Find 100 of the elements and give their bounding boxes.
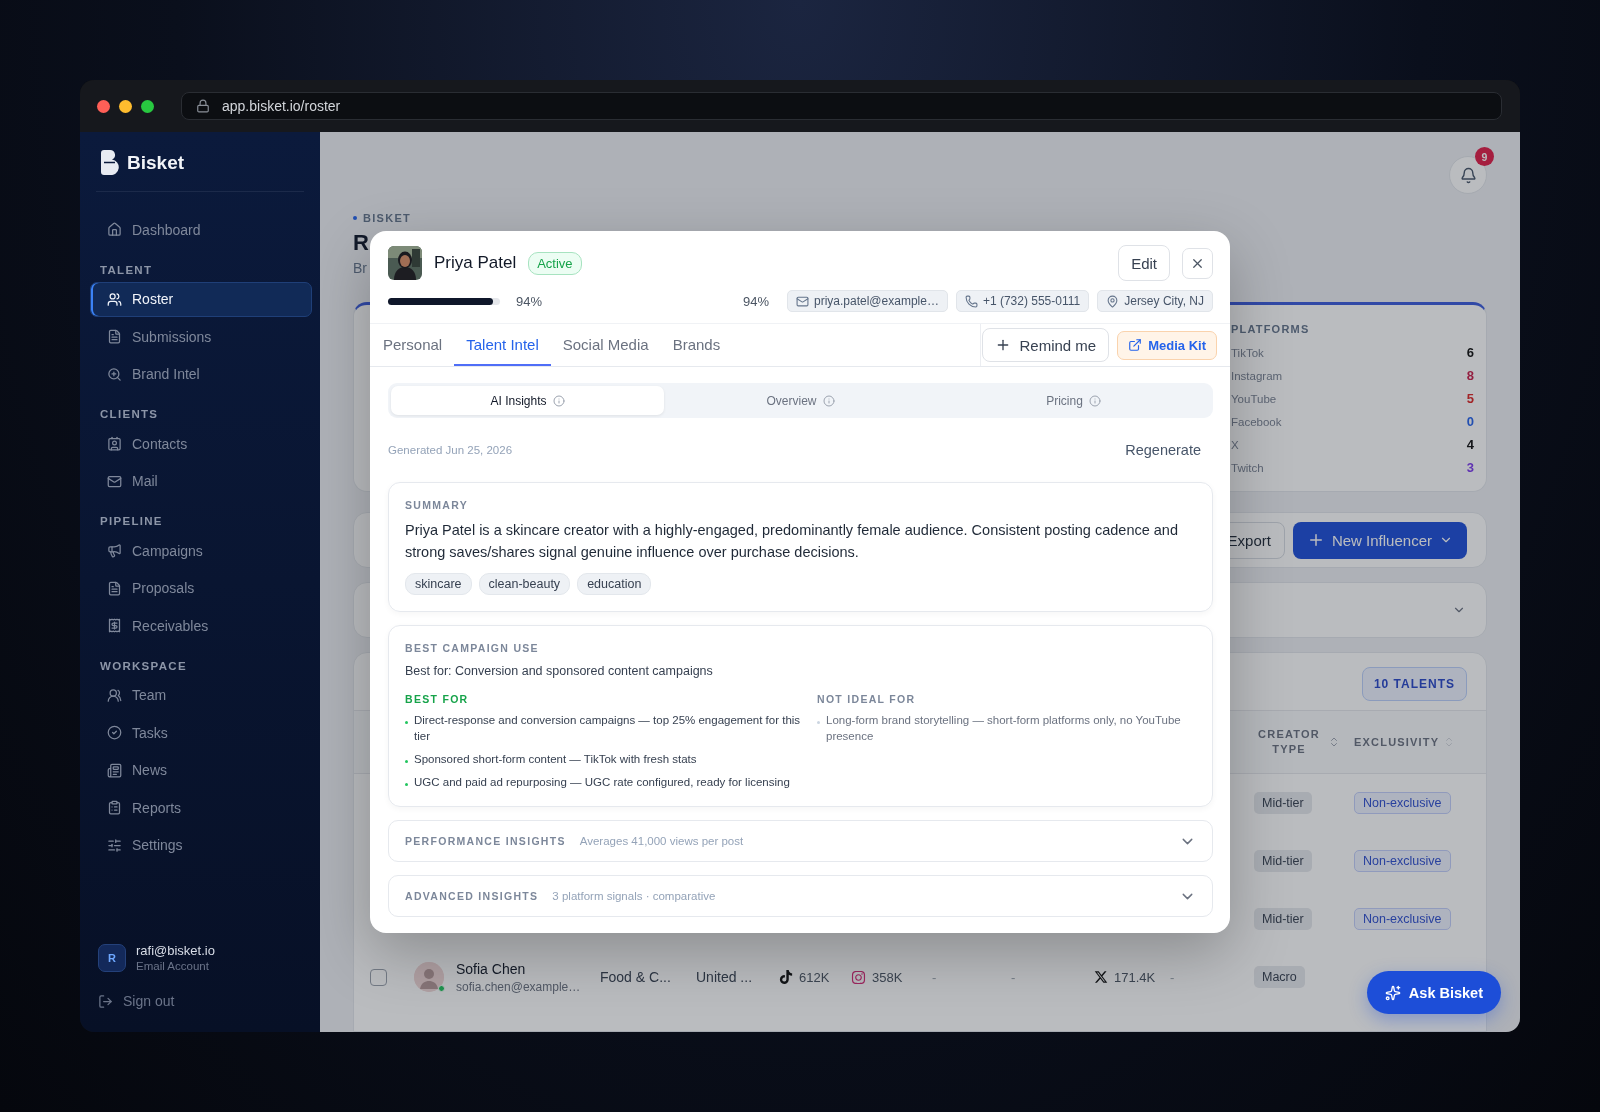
address-bar[interactable]: app.bisket.io/roster (181, 92, 1502, 120)
not-ideal-item: Long-form brand storytelling — short-form platforms only, no YouTube presence (826, 713, 1182, 744)
regenerate-link[interactable]: Regenerate (1125, 442, 1201, 458)
sidebar-item[interactable]: Dashboard (90, 212, 312, 247)
breadcrumb-dot (353, 216, 357, 220)
edit-button[interactable]: Edit (1118, 245, 1170, 281)
remind-me-button[interactable]: Remind me (981, 328, 1110, 362)
follower-count: 358K (872, 969, 903, 985)
nav-icon (107, 436, 122, 451)
sidebar-section-title: WORKSPACE (99, 658, 188, 674)
sidebar-item[interactable]: Submissions (90, 319, 312, 354)
nav-icon (107, 291, 122, 307)
sidebar-item[interactable]: Reports (90, 790, 312, 825)
close-button[interactable] (1182, 247, 1213, 279)
creator-type-tag: Macro (1254, 966, 1305, 988)
nav-icon (107, 687, 122, 703)
tab[interactable]: Brands (660, 324, 733, 366)
nav-icon (107, 580, 122, 596)
sparkles-icon (1384, 984, 1401, 1001)
table-cell-text: - (1011, 969, 1017, 985)
section-note: 3 platform signals · comparative (552, 890, 716, 902)
nav-icon (107, 543, 122, 558)
instagram-icon (851, 969, 866, 985)
talent-name[interactable]: Sofia Chen (456, 960, 581, 977)
platform-count: 0 (1466, 414, 1474, 429)
sidebar-item[interactable]: Roster (90, 281, 312, 317)
topic-tag: clean-beauty (478, 573, 571, 595)
sidebar-item[interactable]: News (90, 752, 312, 788)
topic-tag: skincare (405, 573, 472, 595)
topic-tag: education (577, 573, 652, 595)
exclusivity-tag: Non-exclusive (1354, 908, 1451, 930)
bullet-icon (405, 760, 408, 763)
info-icon (1088, 394, 1101, 407)
bullet-icon (405, 721, 408, 724)
best-for-item: UGC and paid ad repurposing — UGC rate configured, ready for licensing (414, 775, 790, 790)
tab[interactable]: Personal (383, 324, 455, 366)
best-for-item: Sponsored short-form content — TikTok with fresh stats (414, 752, 697, 767)
column-header[interactable]: EXCLUSIVITY (1354, 734, 1440, 750)
score-text: 94% (742, 293, 769, 309)
logo-icon (101, 150, 119, 175)
contact-text: +1 (732) 555-0111 (982, 294, 1081, 308)
row-checkbox[interactable] (370, 968, 387, 986)
nav-icon (107, 837, 122, 853)
ask-bisket-button[interactable]: Ask Bisket (1366, 971, 1501, 1014)
breadcrumb[interactable]: BISKET (363, 212, 412, 224)
section-title: PERFORMANCE INSIGHTS (405, 835, 566, 847)
talent-email: sofia.chen@example… (456, 979, 581, 994)
generated-date: Generated Jun 25, 2026 (388, 444, 513, 456)
card-title: SUMMARY (405, 499, 469, 511)
segment-tab[interactable]: Overview (664, 386, 937, 415)
location-chip[interactable]: Jersey City, NJ (1097, 290, 1213, 312)
account-avatar: R (98, 943, 126, 972)
sidebar-section-title: TALENT (99, 262, 154, 278)
sidebar-item[interactable]: Receivables (90, 608, 312, 643)
segment-tab[interactable]: AI Insights (391, 386, 664, 415)
nav-icon (107, 366, 122, 382)
page-title: R (353, 230, 369, 256)
sign-out-link[interactable]: Sign out (90, 986, 312, 1016)
sidebar-item[interactable]: Mail (90, 463, 312, 499)
phone-chip[interactable]: +1 (732) 555-0111 (955, 290, 1090, 312)
status-badge: Active (528, 251, 582, 275)
tab[interactable]: Talent Intel (454, 324, 551, 366)
contact-text: Jersey City, NJ (1124, 294, 1204, 308)
new-influencer-button[interactable]: New Influencer (1292, 521, 1467, 559)
table-cell-text: - (1170, 969, 1176, 985)
sidebar-section-title: CLIENTS (99, 407, 160, 422)
sidebar-item[interactable]: Campaigns (90, 533, 312, 568)
maximize-window-button[interactable] (141, 99, 154, 113)
brand-name: Bisket (127, 151, 185, 174)
insights-section[interactable]: ADVANCED INSIGHTS 3 platform signals · comparative (388, 875, 1213, 917)
sidebar-section-title: PIPELINE (99, 514, 164, 529)
sidebar-item[interactable]: Team (90, 677, 312, 713)
account-email: rafi@bisket.io (136, 943, 215, 958)
media-kit-button[interactable]: Media Kit (1117, 330, 1217, 360)
tab[interactable]: Social Media (550, 324, 661, 366)
column-header[interactable]: CREATOR TYPE (1254, 727, 1324, 757)
sidebar-item[interactable]: Tasks (90, 715, 312, 750)
sidebar-item[interactable]: Contacts (90, 426, 312, 461)
minimize-window-button[interactable] (119, 99, 132, 113)
nav-icon (107, 618, 122, 633)
segment-tab[interactable]: Pricing (937, 386, 1210, 415)
email-chip[interactable]: priya.patel@example… (787, 290, 948, 312)
external-link-icon (1128, 338, 1143, 352)
insights-section[interactable]: PERFORMANCE INSIGHTS Averages 41,000 views per post (388, 820, 1213, 862)
platform-name: X (1231, 438, 1239, 451)
card-title: BEST CAMPAIGN USE (405, 642, 540, 654)
nav-icon (107, 473, 122, 489)
platforms-title: PLATFORMS (1231, 323, 1311, 335)
page-subtitle: Br (353, 260, 367, 276)
nav-icon (107, 725, 122, 740)
sidebar-item[interactable]: Settings (90, 827, 312, 863)
follower-count: 612K (799, 969, 830, 985)
platform-count: 6 (1466, 345, 1474, 360)
table-cell-text: United ... (696, 969, 754, 985)
close-window-button[interactable] (97, 99, 110, 113)
platform-name: Facebook (1231, 415, 1282, 428)
info-icon (822, 394, 835, 407)
sidebar-item[interactable]: Proposals (90, 570, 312, 606)
sort-icon[interactable] (1328, 736, 1340, 748)
sidebar-item[interactable]: Brand Intel (90, 356, 312, 392)
